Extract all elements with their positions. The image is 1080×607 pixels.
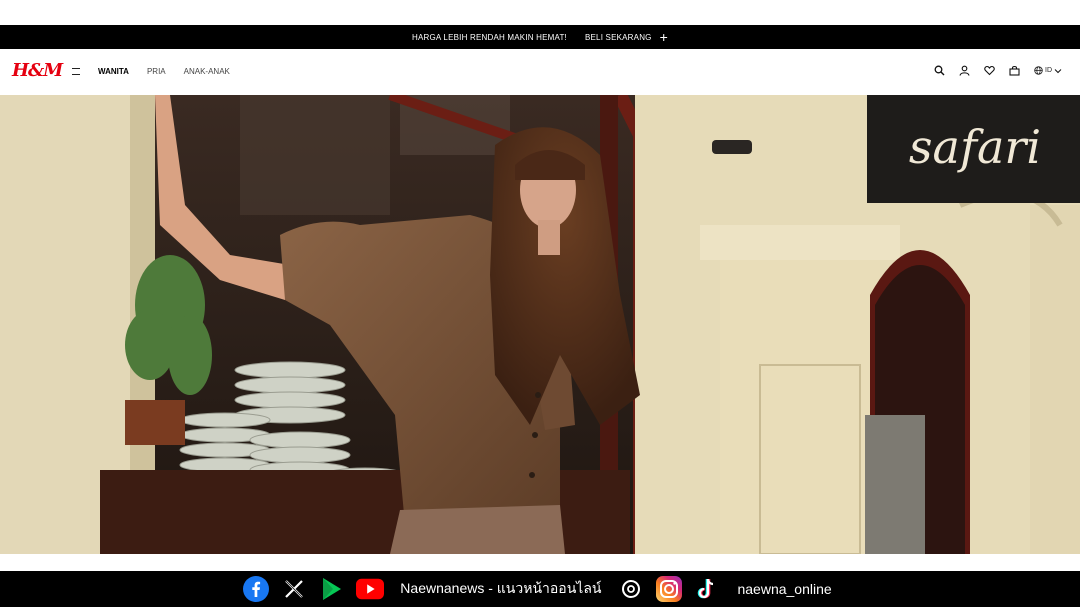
globe-icon [1034,66,1043,75]
nav-icons: ID [934,65,1062,76]
heart-icon[interactable] [984,65,995,76]
brand-logo[interactable]: H&M [12,60,63,81]
plus-icon[interactable]: + [660,30,668,44]
threads-icon[interactable] [617,575,645,603]
hero-image: safari [0,95,1080,554]
nav-link-anak-anak[interactable]: ANAK-ANAK [184,67,230,76]
search-icon[interactable] [934,65,945,76]
footer-brand-text: Naewnanews - แนวหน้าออนไลน์ [400,580,602,596]
language-selector[interactable]: ID [1034,66,1062,75]
page: HARGA LEBIH RENDAH MAKIN HEMAT! BELI SEK… [0,0,1080,607]
tiktok-icon[interactable] [693,575,721,603]
sign-text: safari [909,120,1041,174]
footer-handle: naewna_online [737,581,832,597]
youtube-icon[interactable] [356,575,385,603]
nav-link-pria[interactable]: PRIA [147,67,166,76]
instagram-icon[interactable] [655,575,683,603]
facebook-icon[interactable] [242,575,270,603]
social-footer: Naewnanews - แนวหน้าออนไลน์ naewna_onlin… [0,571,1080,607]
line-icon[interactable] [318,575,346,603]
account-icon[interactable] [959,65,970,76]
chevron-down-icon [1054,68,1062,73]
menu-icon[interactable] [72,68,80,75]
hero-banner[interactable]: safari [0,95,1080,554]
nav-link-wanita[interactable]: WANITA [98,67,129,76]
bag-icon[interactable] [1009,65,1020,76]
promo-text: HARGA LEBIH RENDAH MAKIN HEMAT! [412,32,567,42]
nav-links: WANITA PRIA ANAK-ANAK [98,67,230,76]
promo-cta-link[interactable]: BELI SEKARANG [585,33,652,42]
promo-bar: HARGA LEBIH RENDAH MAKIN HEMAT! BELI SEK… [0,25,1080,49]
main-nav: H&M WANITA PRIA ANAK-ANAK ID [0,49,1080,95]
x-icon[interactable] [280,575,308,603]
language-label: ID [1045,67,1052,74]
